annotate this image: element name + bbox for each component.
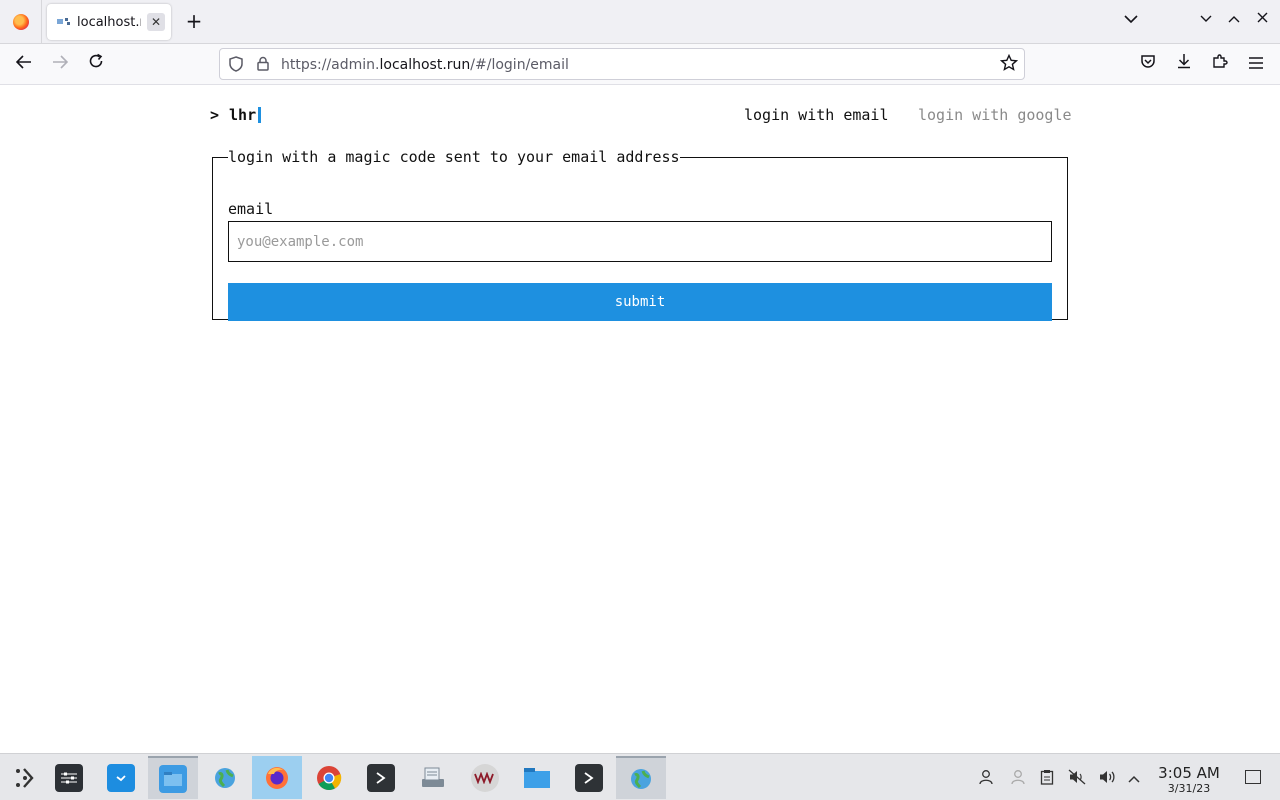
navigation-toolbar: https://admin.localhost.run/#/login/emai… [0, 44, 1280, 85]
submit-button[interactable]: submit [228, 283, 1052, 321]
scanner-icon [419, 764, 447, 792]
network-globe-icon [211, 764, 239, 792]
chrome-icon [315, 764, 343, 792]
arrow-right-icon [53, 55, 69, 69]
folder-icon [523, 764, 551, 792]
network-globe-icon [627, 765, 655, 793]
firefox-icon [263, 764, 291, 792]
tab-bar: localhost.r ✕ + [0, 0, 1280, 44]
firefox-icon [12, 14, 29, 30]
page-content: > lhr login with email login with google… [0, 85, 1280, 753]
email-field[interactable] [228, 221, 1052, 262]
application-launcher-icon [16, 767, 34, 788]
tracking-protection-shield-icon[interactable] [229, 56, 243, 76]
vmware-icon [471, 763, 499, 792]
show-desktop-icon[interactable] [1245, 770, 1261, 784]
chevron-up-icon [1228, 16, 1240, 23]
cursor-block-icon [258, 107, 262, 123]
taskbar-folder[interactable] [512, 756, 562, 799]
url-bar[interactable]: https://admin.localhost.run/#/login/emai… [219, 48, 1025, 80]
taskbar-chrome[interactable] [304, 756, 354, 799]
reload-icon [89, 53, 103, 68]
brand-name: lhr [229, 106, 257, 124]
url-text[interactable]: https://admin.localhost.run/#/login/emai… [281, 57, 569, 73]
close-window-button[interactable] [1252, 12, 1272, 27]
email-label: email [228, 200, 274, 218]
chevron-down-icon [1200, 15, 1212, 22]
brand-logo[interactable]: > lhr [210, 106, 262, 124]
taskbar: 3:05 AM 3/31/23 [0, 753, 1280, 800]
firefox-view-button[interactable] [0, 0, 42, 44]
close-icon [1257, 12, 1267, 23]
taskbar-globe-2[interactable] [616, 756, 666, 799]
lock-icon[interactable] [257, 56, 269, 75]
volume-muted-icon[interactable] [1068, 769, 1086, 789]
tab-title: localhost.r [77, 14, 141, 30]
taskbar-terminal[interactable] [356, 756, 406, 799]
brand-caret: > [210, 106, 220, 124]
url-host: localhost.run [379, 57, 471, 73]
taskbar-firefox[interactable] [252, 756, 302, 799]
maximize-button[interactable] [1224, 12, 1244, 27]
url-prefix: https://admin. [281, 57, 380, 73]
taskbar-globe[interactable] [200, 756, 250, 799]
taskbar-clock[interactable]: 3:05 AM 3/31/23 [1156, 764, 1222, 795]
clock-date: 3/31/23 [1167, 782, 1211, 795]
discover-store-icon [107, 763, 135, 792]
bookmark-star-icon[interactable] [999, 53, 1019, 77]
user-switch-icon[interactable] [1010, 769, 1026, 789]
arrow-left-icon [15, 55, 31, 69]
reload-button[interactable] [84, 52, 108, 76]
tab-favicon-icon [57, 17, 71, 27]
user-icon[interactable] [978, 769, 994, 789]
form-legend: login with a magic code sent to your ema… [228, 148, 680, 166]
login-with-email-link[interactable]: login with email [744, 106, 889, 124]
taskbar-file-manager[interactable] [148, 756, 198, 799]
taskbar-terminal-2[interactable] [564, 756, 614, 799]
taskbar-scanner[interactable] [408, 756, 458, 799]
hamburger-menu-icon[interactable] [1245, 53, 1267, 75]
taskbar-discover[interactable] [96, 756, 146, 799]
back-button[interactable] [12, 52, 36, 76]
new-tab-button[interactable]: + [183, 10, 205, 32]
clipboard-icon[interactable] [1040, 769, 1054, 789]
volume-icon[interactable] [1098, 769, 1116, 789]
application-launcher-button[interactable] [0, 756, 50, 799]
login-with-google-link[interactable]: login with google [918, 106, 1072, 124]
browser-tab[interactable]: localhost.r ✕ [47, 4, 171, 40]
login-form: login with a magic code sent to your ema… [212, 148, 1068, 321]
downloads-icon[interactable] [1173, 53, 1195, 75]
extensions-puzzle-icon[interactable] [1209, 53, 1231, 75]
forward-button[interactable] [48, 52, 72, 76]
system-settings-icon [55, 763, 83, 792]
minimize-button[interactable] [1196, 12, 1216, 27]
tab-close-icon[interactable]: ✕ [147, 13, 165, 31]
terminal-icon [367, 763, 395, 792]
terminal-icon [575, 763, 603, 792]
clock-time: 3:05 AM [1158, 764, 1220, 782]
taskbar-settings[interactable] [44, 756, 94, 799]
chevron-down-icon [1124, 15, 1138, 24]
pocket-icon[interactable] [1137, 53, 1159, 75]
taskbar-vmware[interactable] [460, 756, 510, 799]
file-manager-icon [159, 764, 187, 793]
url-path: /#/login/email [470, 57, 569, 73]
tray-expand-chevron-up-icon[interactable] [1128, 769, 1140, 787]
list-all-tabs-button[interactable] [1124, 12, 1138, 28]
